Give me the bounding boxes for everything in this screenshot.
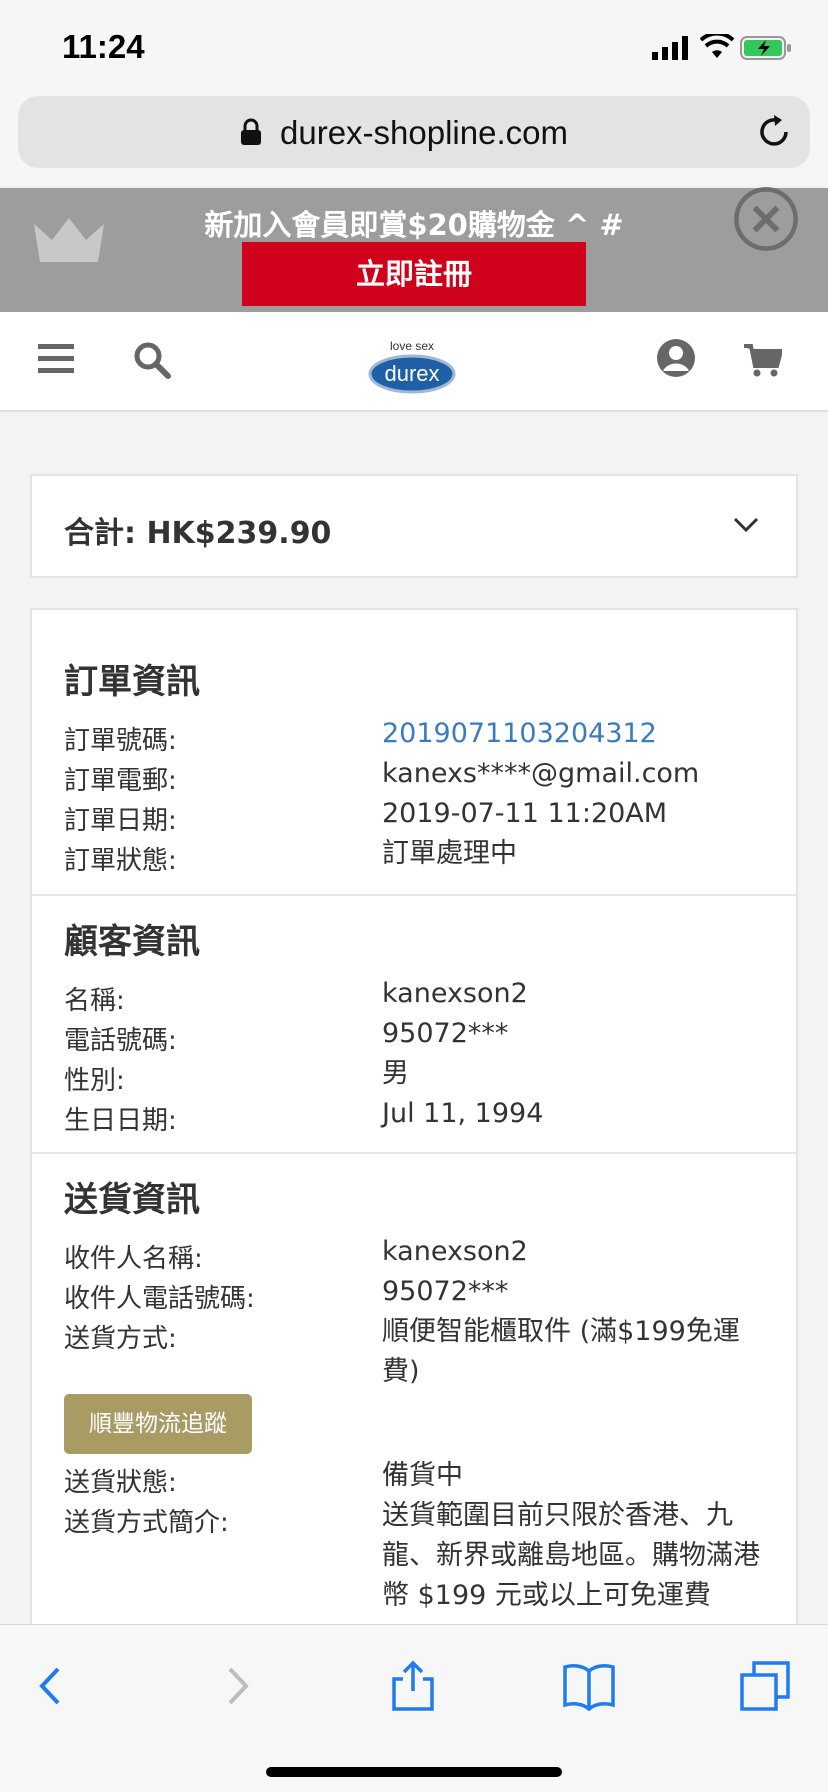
forward-icon[interactable] xyxy=(208,1659,262,1713)
status-time: 11:24 xyxy=(62,28,145,65)
field-label: 送貨狀態: xyxy=(64,1468,177,1498)
delivery-method: 順便智能櫃取件 (滿$199免運費) xyxy=(382,1316,740,1387)
order-details-card: 訂單資訊 訂單號碼: 2019071103204312 訂單電郵: kanexs… xyxy=(30,608,798,1708)
browser-address-area: durex-shopline.com xyxy=(0,90,828,188)
customer-birthday: Jul 11, 1994 xyxy=(382,1098,544,1129)
share-icon[interactable] xyxy=(386,1659,440,1713)
field-label: 送貨方式簡介: xyxy=(64,1508,229,1538)
customer-name: kanexson2 xyxy=(382,978,528,1009)
user-account-icon[interactable] xyxy=(656,338,696,378)
browser-toolbar xyxy=(0,1624,828,1792)
recipient-phone: 95072*** xyxy=(382,1276,509,1307)
durex-logo[interactable]: love sex durex xyxy=(364,330,460,396)
order-total-summary[interactable]: 合計: HK$239.90 xyxy=(30,474,798,578)
bookmarks-icon[interactable] xyxy=(562,1659,616,1713)
chevron-down-icon[interactable] xyxy=(732,510,760,538)
field-label: 訂單日期: xyxy=(64,806,177,836)
order-status: 訂單處理中 xyxy=(382,838,517,869)
status-bar: 11:24 xyxy=(0,0,828,90)
field-label: 訂單狀態: xyxy=(64,846,177,876)
order-email: kanexs****@gmail.com xyxy=(382,758,700,789)
sf-tracking-button[interactable]: 順豐物流追蹤 xyxy=(64,1394,252,1454)
field-label: 收件人名稱: xyxy=(64,1244,203,1274)
section-title: 訂單資訊 xyxy=(64,662,200,702)
customer-info-section: 顧客資訊 名稱: kanexson2 電話號碼: 95072*** 性別: 男 … xyxy=(32,894,796,1152)
promo-banner: 新加入會員即賞$20購物金 ^ # 立即註冊 xyxy=(0,186,828,312)
order-info-section: 訂單資訊 訂單號碼: 2019071103204312 訂單電郵: kanexs… xyxy=(32,610,796,894)
order-number-link[interactable]: 2019071103204312 xyxy=(382,714,772,754)
delivery-status: 備貨中 xyxy=(382,1460,463,1491)
cart-icon[interactable] xyxy=(744,342,782,378)
field-label: 送貨方式: xyxy=(64,1324,177,1354)
close-icon[interactable] xyxy=(733,186,799,252)
search-icon[interactable] xyxy=(132,340,172,380)
lock-icon xyxy=(241,118,261,145)
register-button[interactable]: 立即註冊 xyxy=(242,242,586,306)
customer-gender: 男 xyxy=(382,1058,409,1089)
field-label: 電話號碼: xyxy=(64,1026,177,1056)
customer-phone: 95072*** xyxy=(382,1018,509,1049)
recipient-name: kanexson2 xyxy=(382,1236,528,1267)
menu-icon[interactable] xyxy=(38,344,74,374)
battery-icon xyxy=(740,36,791,60)
url-text: durex-shopline.com xyxy=(280,114,568,151)
delivery-description: 送貨範圍目前只限於香港、九龍、新界或離島地區。購物滿港幣 $199 元或以上可免… xyxy=(382,1500,760,1611)
svg-text:love sex: love sex xyxy=(390,339,434,353)
field-label: 生日日期: xyxy=(64,1106,177,1136)
reload-icon[interactable] xyxy=(756,114,792,150)
svg-text:durex: durex xyxy=(384,361,439,386)
order-date: 2019-07-11 11:20AM xyxy=(382,798,668,829)
field-label: 訂單號碼: xyxy=(64,726,177,756)
url-bar[interactable]: durex-shopline.com xyxy=(18,96,810,168)
delivery-info-section: 送貨資訊 收件人名稱: kanexson2 收件人電話號碼: 95072*** … xyxy=(32,1152,796,1672)
field-label: 訂單電郵: xyxy=(64,766,177,796)
promo-text: 新加入會員即賞$20購物金 ^ # xyxy=(204,208,624,242)
section-title: 送貨資訊 xyxy=(64,1180,200,1220)
field-label: 收件人電話號碼: xyxy=(64,1284,255,1314)
site-header: love sex durex xyxy=(0,312,828,412)
home-indicator xyxy=(266,1767,562,1777)
back-icon[interactable] xyxy=(26,1659,80,1713)
tabs-icon[interactable] xyxy=(738,1659,792,1713)
wifi-icon xyxy=(700,34,734,58)
section-title: 顧客資訊 xyxy=(64,922,200,962)
field-label: 性別: xyxy=(64,1066,125,1096)
order-total: 合計: HK$239.90 xyxy=(64,516,332,551)
field-label: 名稱: xyxy=(64,986,125,1016)
cellular-signal-icon xyxy=(652,36,688,60)
